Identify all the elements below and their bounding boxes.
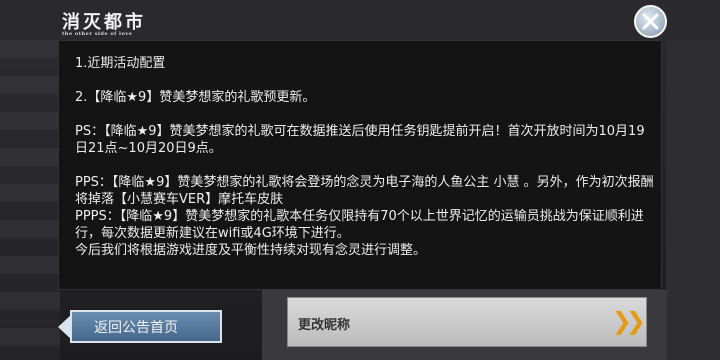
announcement-panel: 1.近期活动配置 2.【降临★9】赞美梦想家的礼歌预更新。 PS：【降临★9】赞… — [58, 40, 662, 290]
back-to-announcements-button[interactable]: 返回公告首页 — [58, 310, 224, 343]
notice-line: 1.近期活动配置 — [75, 56, 166, 71]
close-button[interactable] — [634, 5, 667, 38]
change-nickname-label: 更改昵称 — [298, 318, 351, 333]
notice-line: 今后我们将根据游戏进度及平衡性持续对现有念灵进行调整。 — [75, 243, 427, 258]
game-logo: 消灭都市 the other side of love — [58, 6, 188, 40]
notice-line: PPS：【降临★9】赞美梦想家的礼歌将会登场的念灵为电子海的人鱼公主 小慧 。另… — [75, 175, 654, 207]
back-button-label: 返回公告首页 — [94, 320, 178, 336]
logo-subtitle: the other side of love — [62, 31, 133, 37]
double-chevron-right-icon: ❯❯ — [611, 307, 646, 335]
announcement-text: 1.近期活动配置 2.【降临★9】赞美梦想家的礼歌预更新。 PS：【降临★9】赞… — [75, 55, 655, 259]
notice-line: PS：【降临★9】赞美梦想家的礼歌可在数据推送后使用任务钥匙提前开启！首次开放时… — [75, 124, 645, 156]
background-right-strip — [666, 40, 720, 360]
notice-line: 2.【降临★9】赞美梦想家的礼歌预更新。 — [75, 90, 316, 105]
background-left-strip — [0, 40, 60, 360]
close-icon — [642, 13, 659, 30]
notice-line: PPPS：【降临★9】赞美梦想家的礼歌本任务仅限持有70个以上世界记忆的运输员挑… — [75, 209, 644, 241]
change-nickname-button[interactable]: 更改昵称 ❯❯ — [287, 297, 647, 347]
